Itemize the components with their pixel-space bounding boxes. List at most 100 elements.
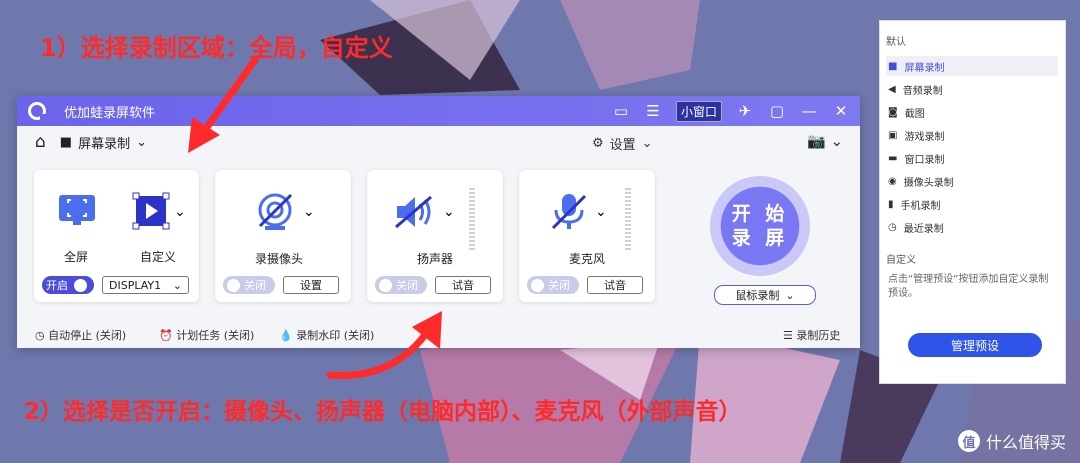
schedule-button[interactable]: ⏰ 计划任务 (关闭) bbox=[159, 327, 254, 343]
camera-off-icon[interactable] bbox=[255, 192, 295, 232]
camera-settings-button[interactable]: 设置 bbox=[283, 276, 339, 294]
droplet-icon: 💧 bbox=[279, 329, 293, 342]
toggle-label: 关闭 bbox=[548, 279, 570, 292]
camera-toggle[interactable]: 关闭 bbox=[223, 276, 275, 294]
chevron-down-icon[interactable]: ⌄ bbox=[303, 204, 315, 220]
panel-item-label: 摄像头录制 bbox=[903, 177, 954, 189]
preset-panel: 默认 ■ 屏幕录制 ◀ 音频录制 ◙ 截图 ▣ 游戏录制 ▬ 窗口录制 ◉ 摄像头录制 ▮ 手… bbox=[879, 20, 1066, 384]
minimize-icon[interactable]: — bbox=[800, 96, 818, 126]
panel-item-screenshot[interactable]: ◙ 截图 bbox=[886, 102, 1058, 122]
chevron-down-icon[interactable]: ⌄ bbox=[595, 204, 607, 220]
mic-toggle[interactable]: 关闭 bbox=[527, 276, 579, 294]
list-icon: ☰ bbox=[783, 329, 793, 342]
camera-label: 录摄像头 bbox=[255, 252, 304, 266]
pin-icon[interactable]: ✈ bbox=[736, 96, 754, 126]
screenshot-button[interactable]: 📷 ⌄ bbox=[807, 132, 843, 150]
speaker-off-icon[interactable] bbox=[393, 194, 437, 230]
toggle-label: 关闭 bbox=[244, 279, 266, 292]
panel-item-window[interactable]: ▬ 窗口录制 bbox=[886, 148, 1058, 168]
gear-icon: ⚙ bbox=[592, 136, 604, 151]
panel-item-webcam[interactable]: ◉ 摄像头录制 bbox=[886, 171, 1058, 191]
mic-label: 麦克风 bbox=[569, 252, 606, 266]
arrow-step1 bbox=[188, 56, 259, 153]
auto-stop-button[interactable]: ◷ 自动停止 (关闭) bbox=[35, 327, 126, 343]
settings-button[interactable]: ⚙ 设置 ⌄ bbox=[592, 134, 653, 153]
fullscreen-label: 全屏 bbox=[64, 250, 89, 264]
camera-icon: 📷 bbox=[807, 132, 826, 150]
alarm-icon: ⏰ bbox=[159, 329, 173, 342]
app-title: 优加蛙录屏软件 bbox=[64, 105, 156, 121]
start-line2: 录 屏 bbox=[731, 227, 789, 249]
history-label: 录制历史 bbox=[796, 329, 841, 342]
webcam-icon: ◉ bbox=[888, 175, 897, 187]
panel-item-label: 最近录制 bbox=[903, 223, 944, 235]
custom-label: 自定义 bbox=[140, 250, 177, 264]
custom-section-header: 自定义 bbox=[886, 255, 916, 266]
chevron-down-icon: ⌄ bbox=[785, 288, 795, 302]
speaker-icon: ◀ bbox=[888, 83, 896, 95]
feedback-icon[interactable]: ▭ bbox=[612, 96, 630, 126]
camera-card: ⌄ 录摄像头 关闭 设置 bbox=[215, 170, 351, 302]
home-icon[interactable]: ⌂ bbox=[35, 132, 46, 152]
panel-item-label: 屏幕录制 bbox=[904, 62, 945, 74]
menu-icon[interactable]: ☰ bbox=[644, 96, 662, 126]
chevron-down-icon[interactable]: ⌄ bbox=[443, 204, 455, 220]
window-icon: ▬ bbox=[888, 152, 898, 164]
manage-preset-button[interactable]: 管理预设 bbox=[908, 333, 1042, 357]
speaker-label: 扬声器 bbox=[417, 252, 454, 266]
display-select[interactable]: DISPLAY1 ⌄ bbox=[102, 276, 189, 294]
toggle-knob bbox=[227, 278, 240, 292]
close-icon[interactable]: ✕ bbox=[832, 96, 850, 126]
panel-item-game[interactable]: ▣ 游戏录制 bbox=[886, 125, 1058, 145]
default-section-header: 默认 bbox=[886, 37, 906, 48]
gamepad-icon: ▣ bbox=[888, 129, 898, 141]
brand-name: 什么值得买 bbox=[985, 433, 1066, 452]
mouse-mode-label: 鼠标录制 bbox=[735, 289, 780, 302]
panel-item-label: 截图 bbox=[904, 108, 925, 120]
panel-item-screen[interactable]: ■ 屏幕录制 bbox=[886, 56, 1058, 76]
mic-test-button[interactable]: 试音 bbox=[587, 276, 643, 294]
camera-icon: ◙ bbox=[888, 106, 898, 118]
panel-item-audio[interactable]: ◀ 音频录制 bbox=[886, 79, 1058, 99]
custom-region-icon[interactable] bbox=[132, 192, 170, 230]
settings-label: 设置 bbox=[609, 138, 636, 153]
toggle-label: 开启 bbox=[46, 279, 68, 292]
region-card: ⌄ 全屏 自定义 开启 DISPLAY1 ⌄ bbox=[34, 170, 199, 302]
title-bar: 优加蛙录屏软件 ▭ ☰ 小窗口 ✈ ▢ — ✕ bbox=[17, 96, 860, 126]
toggle-knob bbox=[531, 278, 544, 292]
region-toggle[interactable]: 开启 bbox=[42, 276, 94, 294]
chevron-down-icon: ⌄ bbox=[172, 278, 182, 292]
panel-item-recent[interactable]: ◷ 最近录制 bbox=[886, 217, 1058, 237]
chevron-down-icon: ⌄ bbox=[136, 134, 148, 150]
site-watermark: 值 什么值得买 bbox=[957, 429, 1066, 453]
start-line1: 开 始 bbox=[731, 203, 789, 225]
mini-window-button[interactable]: 小窗口 bbox=[675, 100, 722, 122]
speaker-toggle[interactable]: 关闭 bbox=[375, 276, 427, 294]
clock-icon: ◷ bbox=[888, 221, 897, 233]
mouse-record-select[interactable]: 鼠标录制 ⌄ bbox=[714, 285, 816, 305]
chevron-down-icon[interactable]: ⌄ bbox=[174, 204, 186, 220]
auto-stop-label: 自动停止 (关闭) bbox=[48, 329, 127, 342]
panel-item-label: 窗口录制 bbox=[904, 154, 945, 166]
brand-logo-icon: 值 bbox=[957, 430, 980, 452]
start-record-button[interactable]: 开 始 录 屏 bbox=[710, 176, 810, 276]
speaker-test-button[interactable]: 试音 bbox=[435, 276, 491, 294]
display-value: DISPLAY1 bbox=[109, 278, 162, 292]
speaker-level-meter bbox=[469, 188, 475, 252]
panel-item-phone[interactable]: ▮ 手机录制 bbox=[886, 194, 1058, 214]
history-button[interactable]: ☰ 录制历史 bbox=[783, 327, 840, 343]
mic-card: ⌄ 麦克风 关闭 试音 bbox=[519, 170, 655, 302]
toggle-knob bbox=[379, 278, 392, 292]
annotation-step2: 2）选择是否开启：摄像头、扬声器（电脑内部）、麦克风（外部声音） bbox=[24, 399, 742, 425]
chevron-down-icon: ⌄ bbox=[641, 136, 653, 151]
toggle-label: 关闭 bbox=[396, 279, 418, 292]
mode-selector[interactable]: ■ 屏幕录制 ⌄ bbox=[60, 133, 147, 152]
fullscreen-icon[interactable] bbox=[58, 194, 96, 226]
clock-icon: ◷ bbox=[35, 329, 45, 342]
toolbar: ⌂ ■ 屏幕录制 ⌄ ⚙ 设置 ⌄ 📷 ⌄ bbox=[17, 126, 860, 158]
panel-item-label: 音频录制 bbox=[902, 85, 943, 97]
mic-off-icon[interactable] bbox=[549, 192, 589, 232]
speaker-card: ⌄ 扬声器 关闭 试音 bbox=[367, 170, 503, 302]
skin-icon[interactable]: ▢ bbox=[768, 96, 786, 126]
video-camera-icon: ■ bbox=[888, 60, 898, 72]
